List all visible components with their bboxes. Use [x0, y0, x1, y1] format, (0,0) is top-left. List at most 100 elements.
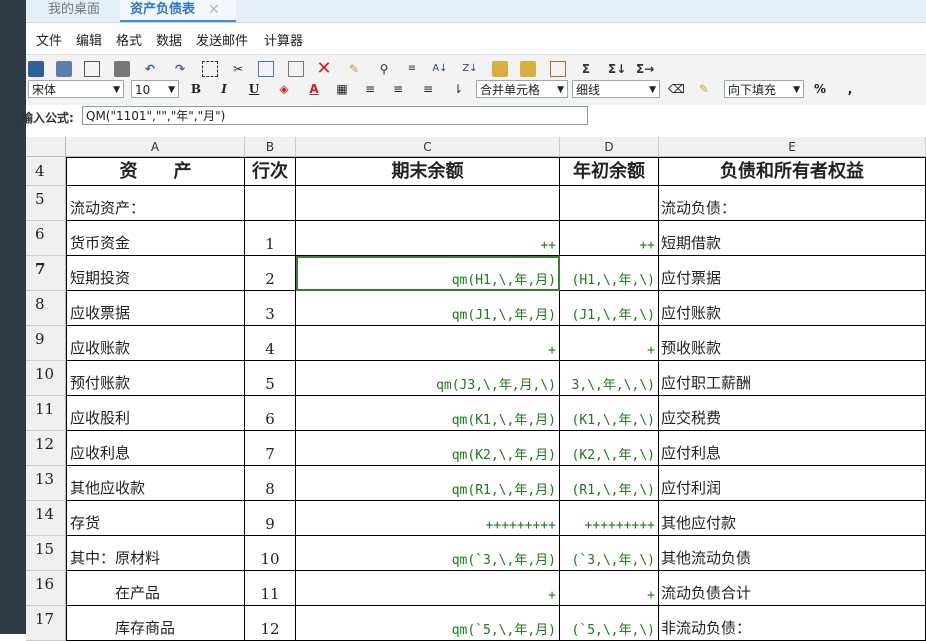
row-header[interactable]: 14 — [26, 501, 66, 536]
underline-button[interactable]: U — [246, 81, 262, 97]
cell-liability[interactable]: 应付利息 — [659, 431, 926, 466]
border-icon[interactable]: ▦ — [334, 81, 350, 97]
cell-ending-balance[interactable]: qm(J1,\,年,月) — [296, 291, 560, 326]
border-style-select[interactable]: 细线 ▼ — [572, 80, 660, 98]
print-preview-icon[interactable] — [84, 61, 100, 77]
cell-asset[interactable]: 应收利息 — [66, 431, 245, 466]
cell-liability[interactable]: 流动负债合计 — [659, 571, 926, 606]
cell-liability[interactable]: 预收账款 — [659, 326, 926, 361]
cell-opening-balance[interactable]: (`5,\,年,\) — [560, 606, 659, 641]
cell-line-no[interactable]: 4 — [245, 326, 296, 361]
eraser-icon[interactable]: ⌫ — [668, 81, 685, 97]
copy-icon[interactable] — [258, 61, 274, 77]
cell-ending-balance[interactable] — [296, 186, 560, 221]
cell-asset[interactable]: 短期投资 — [66, 256, 245, 291]
percent-button[interactable]: % — [812, 81, 828, 97]
cell-line-no[interactable]: 1 — [245, 221, 296, 256]
close-icon[interactable]: ✕ — [208, 0, 220, 20]
row-header[interactable]: 16 — [26, 571, 66, 606]
tab-home[interactable]: 我的桌面 — [48, 0, 100, 22]
cell-line-no[interactable]: 11 — [245, 571, 296, 606]
merge-select[interactable]: 合并单元格 ▼ — [476, 80, 568, 98]
row-header[interactable]: 11 — [26, 396, 66, 431]
cell-liability[interactable]: 应付票据 — [659, 256, 926, 291]
cell-asset[interactable]: 应收股利 — [66, 396, 245, 431]
sort-desc-icon[interactable]: Z↓ — [462, 61, 478, 77]
cell-ending-balance[interactable]: qm(`5,\,年,月) — [296, 606, 560, 641]
unlock-icon[interactable] — [520, 61, 536, 77]
cell-line-no[interactable]: 7 — [245, 431, 296, 466]
cell-line-no[interactable]: 6 — [245, 396, 296, 431]
cell-opening-balance[interactable]: (J1,\,年,\) — [560, 291, 659, 326]
row-header[interactable]: 12 — [26, 431, 66, 466]
cell-asset[interactable]: 库存商品 — [66, 606, 245, 641]
menu-edit[interactable]: 编辑 — [76, 30, 102, 49]
cell-line-no[interactable]: 8 — [245, 466, 296, 501]
cell-line-no[interactable]: 9 — [245, 501, 296, 536]
menu-send-email[interactable]: 发送邮件 — [196, 30, 248, 49]
cell-opening-balance[interactable]: + — [560, 571, 659, 606]
cell-asset[interactable]: 其中：原材料 — [66, 536, 245, 571]
align-right-icon[interactable]: ≡ — [420, 81, 436, 97]
cell-line-no[interactable]: 2 — [245, 256, 296, 291]
cut-icon[interactable]: ✂ — [230, 61, 246, 77]
cell-liability[interactable]: 其他流动负债 — [659, 536, 926, 571]
cell-opening-balance[interactable]: (K1,\,年,\) — [560, 396, 659, 431]
menu-format[interactable]: 格式 — [116, 30, 142, 49]
cell-opening-balance[interactable]: (R1,\,年,\) — [560, 466, 659, 501]
cell-line-no[interactable]: 12 — [245, 606, 296, 641]
cell-opening-balance[interactable]: +++++++++ — [560, 501, 659, 536]
tab-balance-sheet[interactable]: 资产负债表 ✕ — [120, 0, 236, 22]
comma-button[interactable]: , — [842, 81, 858, 97]
cell-asset[interactable]: 应收账款 — [66, 326, 245, 361]
column-header-e[interactable]: E — [659, 137, 926, 157]
sum-row-icon[interactable]: Σ↓ — [608, 61, 626, 77]
format-paint-icon[interactable]: ✎ — [696, 81, 712, 97]
cell-ending-balance[interactable]: qm(K2,\,年,月) — [296, 431, 560, 466]
sort-asc-icon[interactable]: A↓ — [432, 61, 448, 77]
cell-ending-balance[interactable]: +++++++++ — [296, 501, 560, 536]
paste-icon[interactable] — [288, 61, 304, 77]
cell-ending-balance[interactable]: ++ — [296, 221, 560, 256]
cell-liability[interactable]: 短期借款 — [659, 221, 926, 256]
row-header[interactable]: 4 — [26, 157, 66, 186]
row-header[interactable]: 7 — [26, 256, 66, 291]
row-header[interactable]: 9 — [26, 326, 66, 361]
cell-line-no[interactable] — [245, 186, 296, 221]
align-left-icon[interactable]: ≡ — [362, 81, 378, 97]
cell-ending-balance[interactable]: + — [296, 326, 560, 361]
cell-liability[interactable]: 应交税费 — [659, 396, 926, 431]
cell-opening-balance[interactable]: ++ — [560, 221, 659, 256]
column-header-c[interactable]: C — [296, 137, 560, 157]
menu-file[interactable]: 文件 — [36, 30, 62, 49]
print-icon[interactable] — [114, 61, 130, 77]
lock-icon[interactable] — [492, 61, 508, 77]
cell-asset[interactable]: 在产品 — [66, 571, 245, 606]
italic-button[interactable]: I — [216, 81, 232, 97]
undo-icon[interactable]: ↶ — [142, 61, 158, 77]
page-icon[interactable] — [550, 61, 566, 77]
cell-asset[interactable]: 货币资金 — [66, 221, 245, 256]
cell-opening-balance[interactable]: + — [560, 326, 659, 361]
cell-asset[interactable]: 流动资产： — [66, 186, 245, 221]
fill-color-icon[interactable]: ◈ — [276, 81, 292, 97]
find-icon[interactable]: ⚲ — [376, 61, 392, 77]
select-all-corner[interactable] — [26, 137, 66, 157]
row-header[interactable]: 10 — [26, 361, 66, 396]
sum-col-icon[interactable]: Σ→ — [636, 61, 654, 77]
font-select[interactable]: 宋体 ▼ — [28, 80, 124, 98]
cell-liability[interactable]: 应付账款 — [659, 291, 926, 326]
save-icon[interactable] — [28, 61, 44, 77]
cell-liability[interactable]: 应付职工薪酬 — [659, 361, 926, 396]
font-color-icon[interactable]: A — [306, 81, 322, 97]
cell-liability[interactable]: 非流动负债： — [659, 606, 926, 641]
row-header[interactable]: 13 — [26, 466, 66, 501]
cell-liability[interactable]: 其他应付款 — [659, 501, 926, 536]
align-center-icon[interactable]: ≡ — [390, 81, 406, 97]
cell-asset[interactable]: 应收票据 — [66, 291, 245, 326]
cell-opening-balance[interactable]: 3,\,年,\,\) — [560, 361, 659, 396]
formula-input[interactable]: QM("1101","","年","月") — [82, 106, 588, 125]
cell-ending-balance[interactable]: qm(H1,\,年,月) — [296, 256, 560, 291]
cell-asset[interactable]: 预付账款 — [66, 361, 245, 396]
cell-opening-balance[interactable]: (`3,\,年,\) — [560, 536, 659, 571]
